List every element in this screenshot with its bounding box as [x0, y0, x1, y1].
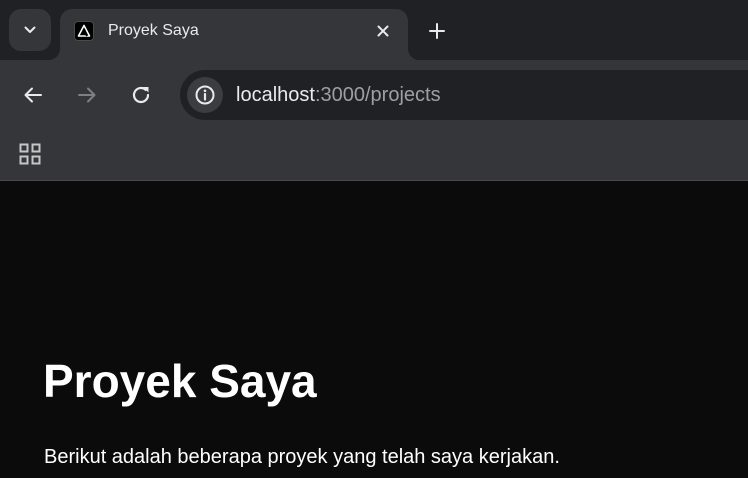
url-text[interactable]: localhost:3000/projects — [236, 84, 441, 107]
plus-icon — [429, 23, 445, 39]
tab-active[interactable]: Proyek Saya — [48, 9, 420, 60]
apps-grid-icon — [19, 143, 41, 165]
vercel-triangle-icon — [74, 21, 94, 41]
url-host: localhost — [236, 84, 315, 106]
browser-window: Proyek Saya localhost:3000/projects Proy… — [0, 0, 748, 478]
tab-close-button[interactable] — [372, 20, 394, 42]
close-icon — [377, 25, 389, 37]
url-path: :3000/projects — [314, 84, 441, 106]
tab-title: Proyek Saya — [108, 22, 199, 39]
arrow-left-icon — [24, 87, 42, 103]
site-info-button[interactable] — [187, 77, 223, 113]
back-button[interactable] — [19, 81, 47, 109]
chevron-down-icon — [24, 26, 36, 33]
arrow-right-icon — [78, 87, 96, 103]
new-tab-button[interactable] — [423, 17, 451, 45]
tab-search-button[interactable] — [9, 9, 51, 51]
page-description: Berikut adalah beberapa proyek yang tela… — [44, 446, 560, 468]
apps-button[interactable] — [18, 142, 42, 166]
info-icon — [195, 85, 215, 105]
bookmarks-bar — [0, 130, 748, 181]
reload-button[interactable] — [127, 81, 155, 109]
page-content: Proyek Saya Berikut adalah beberapa proy… — [0, 182, 748, 478]
tab-strip: Proyek Saya — [0, 0, 748, 60]
forward-button[interactable] — [73, 81, 101, 109]
address-bar[interactable]: localhost:3000/projects — [180, 70, 748, 120]
reload-icon — [132, 86, 150, 104]
page-title: Proyek Saya — [43, 355, 317, 407]
toolbar: localhost:3000/projects — [0, 60, 748, 130]
